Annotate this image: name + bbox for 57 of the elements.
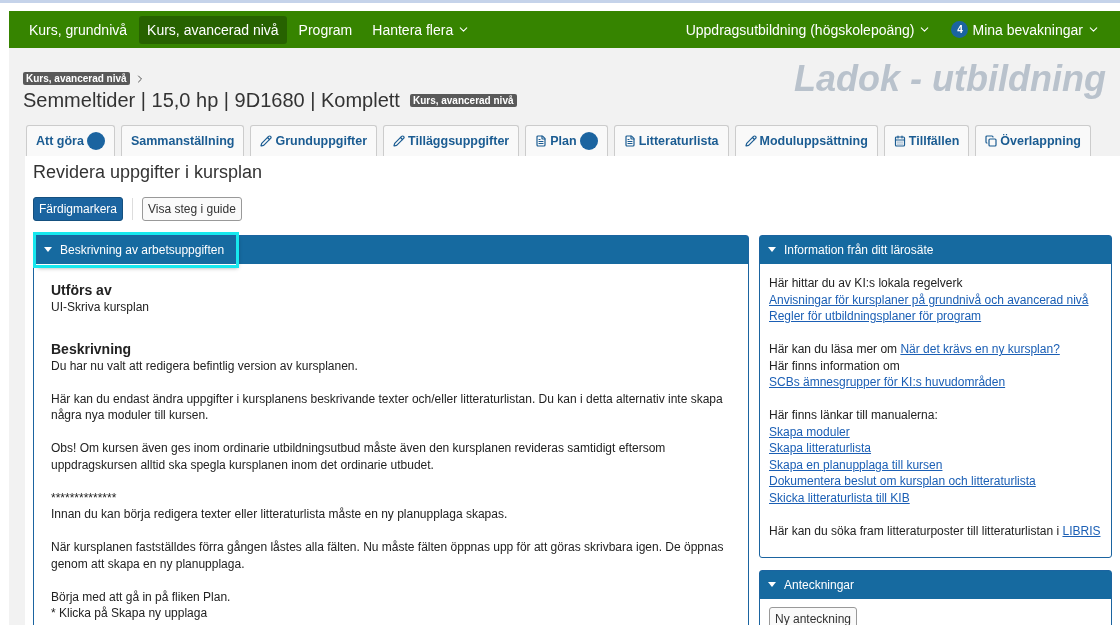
page-title: Revidera uppgifter i kursplan bbox=[33, 162, 264, 183]
info-text: Här finns länkar till manualerna: bbox=[769, 408, 938, 422]
tab[interactable]: Tilläggsuppgifter bbox=[383, 125, 520, 156]
paragraph-text: Du har nu valt att redigera befintlig version av kursplanen. bbox=[51, 357, 359, 374]
primary-button[interactable]: Färdigmarkera bbox=[33, 197, 124, 221]
pencil-icon bbox=[260, 135, 273, 147]
nav-menu[interactable]: Uppdragsutbildning (högskolepoäng) bbox=[677, 15, 940, 44]
link[interactable]: Skapa litteraturlista bbox=[769, 440, 872, 457]
count-badge: 4 bbox=[951, 21, 969, 38]
nav-item[interactable]: Program bbox=[290, 15, 361, 44]
tab[interactable]: Sammanställning bbox=[120, 125, 245, 156]
info-text: Här kan du söka fram litteraturposter till litteraturlistan i bbox=[769, 523, 1061, 538]
breadcrumb-link[interactable]: Kurs, avancerad nivå bbox=[23, 72, 130, 85]
course-title: Semmeltider | 15,0 hp | 9D1680 | Komplett bbox=[23, 89, 400, 112]
paragraph-text: UI-Skriva kursplan bbox=[51, 298, 151, 315]
tab[interactable]: Tillfällen bbox=[883, 125, 970, 156]
pencil-icon bbox=[744, 135, 757, 147]
link[interactable]: Skapa en planupplaga till kursen bbox=[769, 456, 943, 473]
nav-item[interactable]: Hantera flera bbox=[364, 15, 479, 44]
tab[interactable]: Moduluppsättning bbox=[734, 125, 878, 156]
document-icon bbox=[623, 135, 636, 147]
link[interactable]: Dokumentera beslut om kursplan och litteraturlista bbox=[769, 473, 1036, 490]
paragraph-text: Börja med att gå in på fliken Plan. bbox=[51, 588, 232, 605]
calendar-icon bbox=[893, 135, 906, 147]
info-text: Här hittar du av KI:s lokala regelverk bbox=[769, 276, 963, 290]
nav-menu[interactable]: 4 Mina bevakningar bbox=[943, 15, 1108, 44]
paragraph-text: * Klicka på Skapa ny upplaga bbox=[51, 605, 209, 622]
tab[interactable]: Grunduppgifter bbox=[250, 125, 378, 156]
tab[interactable]: Plan bbox=[525, 125, 608, 156]
link[interactable]: LIBRIS bbox=[1062, 522, 1101, 539]
nav-item[interactable]: Kurs, grundnivå bbox=[21, 15, 136, 44]
section-heading: Utförs av bbox=[51, 282, 113, 299]
info-text: Här finns information om bbox=[769, 358, 900, 373]
info-text: Här kan du läsa mer om bbox=[769, 342, 899, 356]
section-heading: Beskrivning bbox=[51, 341, 133, 358]
pencil-icon bbox=[393, 135, 406, 147]
tab[interactable]: Överlappning bbox=[975, 125, 1091, 156]
brand-logo: Ladok - utbildning bbox=[794, 58, 1106, 101]
document-icon bbox=[535, 135, 548, 147]
paragraph-text: När kursplanen fastställdes förra gången låstes alla fälten. Nu måste fälten öppnas upp för att göras skrivbara igen. De öppnas genom att skapa en ny planupplaga. bbox=[51, 539, 725, 572]
paragraph-text: Innan du kan börja redigera texter eller litteraturlista måste en ny planupplaga skapas. bbox=[51, 506, 509, 523]
link[interactable]: När det krävs en ny kursplan? bbox=[900, 341, 1060, 358]
link[interactable]: Skapa moduler bbox=[769, 423, 850, 440]
paragraph-text: Obs! Om kursen även ges inom ordinarie utbildningsutbud måste även den kursplanen revideras samtidigt eftersom uppdragskursen alltid ska spegla kursplanen inom det ordinarie utbudet. bbox=[51, 440, 667, 473]
tab[interactable]: Litteraturlista bbox=[613, 125, 729, 156]
new-note-button[interactable]: Ny anteckning bbox=[769, 607, 858, 625]
link[interactable]: Anvisningar för kursplaner på grundnivå och avancerad nivå bbox=[769, 291, 1089, 308]
paragraph-text: Här kan du endast ändra uppgifter i kursplanens beskrivande texter och/eller litteraturlistan. Du kan i detta alternativ inte skapa några nya moduler till kursen. bbox=[51, 390, 724, 424]
level-tag: Kurs, avancerad nivå bbox=[409, 94, 517, 107]
tab[interactable]: Att göra bbox=[26, 125, 115, 156]
link[interactable]: Regler för utbildningsplaner för program bbox=[769, 308, 982, 325]
link[interactable]: Skicka litteraturlista till KIB bbox=[769, 489, 910, 506]
link[interactable]: SCBs ämnesgrupper för KI:s huvudområden bbox=[769, 374, 1006, 391]
secondary-button[interactable]: Visa steg i guide bbox=[142, 197, 242, 221]
paragraph-text: ************** bbox=[51, 489, 118, 506]
nav-item[interactable]: Kurs, avancerad nivå bbox=[139, 15, 287, 44]
copy-icon bbox=[985, 135, 998, 147]
